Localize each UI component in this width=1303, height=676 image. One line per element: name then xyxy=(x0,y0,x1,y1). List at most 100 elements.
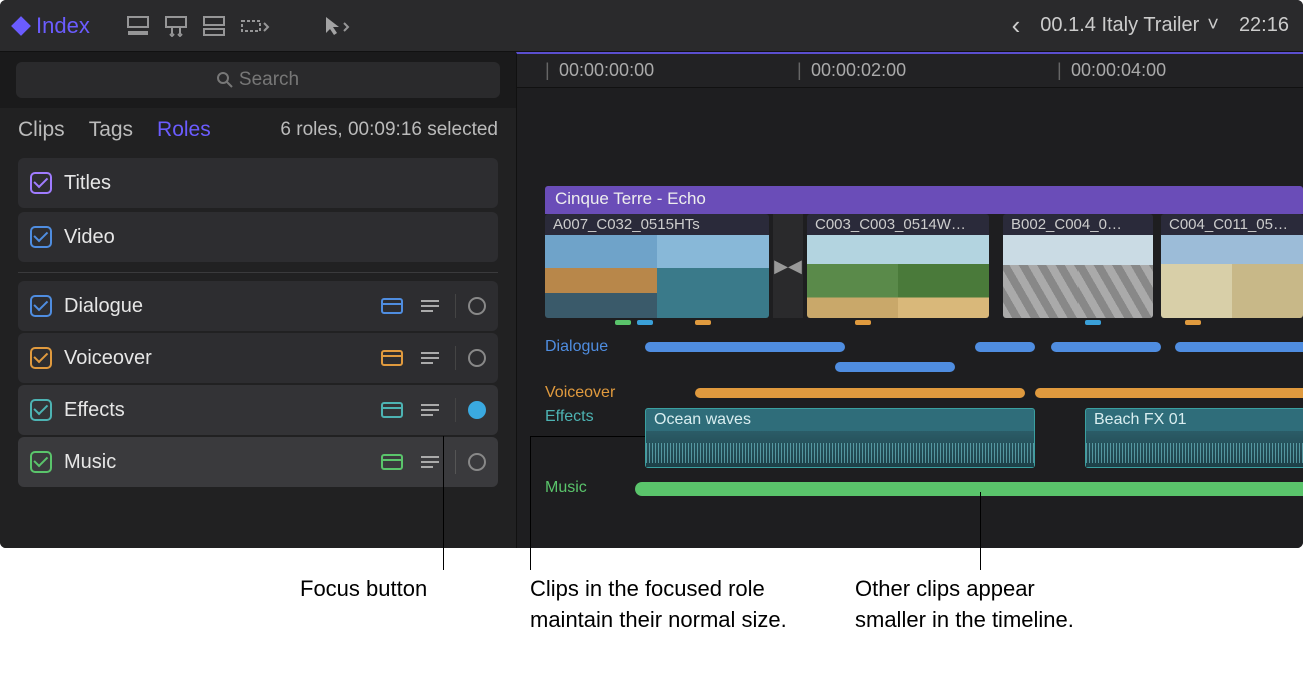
sidebar-tabs: Clips Tags Roles 6 roles, 00:09:16 selec… xyxy=(0,108,516,152)
index-sidebar: Search Clips Tags Roles 6 roles, 00:09:1… xyxy=(0,52,516,548)
project-name: 00.1.4 Italy Trailer xyxy=(1040,14,1199,37)
lane-label: Music xyxy=(545,479,635,497)
tab-tags[interactable]: Tags xyxy=(89,118,133,142)
role-label: Music xyxy=(64,451,116,474)
video-clip-row: A007_C032_0515HTs ▶◀ C003_C003_0514W… xyxy=(545,214,1303,318)
role-row-music[interactable]: Music xyxy=(18,437,498,487)
roles-status: 6 roles, 00:09:16 selected xyxy=(280,119,498,141)
lane-view-icon[interactable] xyxy=(379,348,405,368)
role-label: Titles xyxy=(64,172,111,195)
view-mode-3-icon[interactable] xyxy=(202,15,228,37)
checkbox-icon[interactable] xyxy=(30,399,52,421)
lane-label: Voiceover xyxy=(545,384,635,402)
audio-bar[interactable] xyxy=(835,362,955,372)
toolbar-view-modes xyxy=(126,15,352,37)
timeline-body[interactable]: Cinque Terre - Echo A007_C032_0515HTs ▶◀… xyxy=(517,88,1303,548)
divider xyxy=(18,272,498,273)
pointer-tool-icon[interactable] xyxy=(322,15,352,37)
role-row-dialogue[interactable]: Dialogue xyxy=(18,281,498,331)
view-mode-1-icon[interactable] xyxy=(126,15,152,37)
video-clip[interactable]: C003_C003_0514W… xyxy=(807,214,989,318)
effects-clip[interactable]: Ocean waves xyxy=(645,408,1035,468)
toolbar: Index ‹ 00.1.4 Italy Trailer ˅ 22:16 xyxy=(0,0,1303,52)
subroles-icon[interactable] xyxy=(417,348,443,368)
main-area: Search Clips Tags Roles 6 roles, 00:09:1… xyxy=(0,52,1303,548)
audio-lanes: Dialogue Voiceover xyxy=(545,336,1303,500)
lane-view-icon[interactable] xyxy=(379,452,405,472)
subroles-icon[interactable] xyxy=(417,296,443,316)
clip-label: C004_C011_05… xyxy=(1161,214,1303,235)
back-icon[interactable]: ‹ xyxy=(1012,10,1021,41)
view-mode-2-icon[interactable] xyxy=(164,15,190,37)
lane-view-icon[interactable] xyxy=(379,296,405,316)
timecode-display: 22:16 xyxy=(1239,14,1289,37)
subroles-icon[interactable] xyxy=(417,400,443,420)
index-label: Index xyxy=(36,13,90,39)
video-clip[interactable]: B002_C004_0… xyxy=(1003,214,1153,318)
index-button[interactable]: Index xyxy=(14,13,90,39)
callout-other-clips: Other clips appear smaller in the timeli… xyxy=(855,574,1095,636)
checkbox-icon[interactable] xyxy=(30,295,52,317)
waveform-icon xyxy=(646,431,1034,467)
callout-focused-role: Clips in the focused role maintain their… xyxy=(530,574,790,636)
leader-line xyxy=(443,436,444,570)
transition-icon[interactable]: ▶◀ xyxy=(773,214,803,318)
time-ruler[interactable]: | 00:00:00:00 | 00:00:02:00 | 00:00:04:0… xyxy=(517,54,1303,88)
checkbox-icon[interactable] xyxy=(30,451,52,473)
audio-bar[interactable] xyxy=(635,482,1303,496)
clip-label: B002_C004_0… xyxy=(1003,214,1153,235)
role-row-voiceover[interactable]: Voiceover xyxy=(18,333,498,383)
clip-label: C003_C003_0514W… xyxy=(807,214,989,235)
video-clip[interactable]: A007_C032_0515HTs xyxy=(545,214,769,318)
diamond-icon xyxy=(11,16,31,36)
waveform-icon xyxy=(1086,431,1303,467)
role-row-effects[interactable]: Effects xyxy=(18,385,498,435)
lane-view-icon[interactable] xyxy=(379,400,405,420)
timeline[interactable]: | 00:00:00:00 | 00:00:02:00 | 00:00:04:0… xyxy=(516,52,1303,548)
role-label: Effects xyxy=(64,399,125,422)
search-input[interactable]: Search xyxy=(16,62,500,98)
focus-button[interactable] xyxy=(468,297,486,315)
focus-button[interactable] xyxy=(468,349,486,367)
checkbox-icon[interactable] xyxy=(30,226,52,248)
lane-voiceover: Voiceover xyxy=(545,382,1303,404)
lane-dialogue: Dialogue xyxy=(545,336,1303,358)
role-row-titles[interactable]: Titles xyxy=(18,158,498,208)
audio-bar[interactable] xyxy=(1035,388,1303,398)
focus-button[interactable] xyxy=(468,453,486,471)
clip-label: A007_C032_0515HTs xyxy=(545,214,769,235)
checkbox-icon[interactable] xyxy=(30,172,52,194)
title-clip[interactable]: Cinque Terre - Echo xyxy=(545,186,1303,214)
lane-label: Effects xyxy=(545,408,594,426)
checkbox-icon[interactable] xyxy=(30,347,52,369)
view-mode-4-icon[interactable] xyxy=(240,15,270,37)
chevron-down-icon: ˅ xyxy=(1207,14,1219,37)
role-label: Voiceover xyxy=(64,347,152,370)
lane-effects: Effects Ocean waves Beach FX 01 xyxy=(545,408,1303,474)
audio-bar[interactable] xyxy=(645,342,845,352)
project-menu[interactable]: 00.1.4 Italy Trailer ˅ xyxy=(1040,14,1219,37)
audio-bar[interactable] xyxy=(695,388,1025,398)
role-label: Dialogue xyxy=(64,295,143,318)
lane-dialogue-2 xyxy=(545,362,1303,378)
ruler-tick: 00:00:00:00 xyxy=(559,60,654,81)
ruler-tick: 00:00:04:00 xyxy=(1071,60,1166,81)
leader-line xyxy=(530,436,531,570)
search-placeholder: Search xyxy=(239,69,299,91)
audio-bar[interactable] xyxy=(975,342,1035,352)
video-clip[interactable]: C004_C011_05… xyxy=(1161,214,1303,318)
focus-button[interactable] xyxy=(468,401,486,419)
subroles-icon[interactable] xyxy=(417,452,443,472)
annotations: Focus button Clips in the focused role m… xyxy=(0,548,1303,676)
tab-clips[interactable]: Clips xyxy=(18,118,65,142)
tab-roles[interactable]: Roles xyxy=(157,118,211,142)
effects-clip[interactable]: Beach FX 01 xyxy=(1085,408,1303,468)
leader-line xyxy=(980,492,981,570)
toolbar-right: ‹ 00.1.4 Italy Trailer ˅ 22:16 xyxy=(1012,10,1289,41)
fx-clip-label: Ocean waves xyxy=(646,409,1034,431)
audio-bar[interactable] xyxy=(1051,342,1161,352)
ruler-tick: 00:00:02:00 xyxy=(811,60,906,81)
audio-bar[interactable] xyxy=(1175,342,1303,352)
role-row-video[interactable]: Video xyxy=(18,212,498,262)
app-window: Index ‹ 00.1.4 Italy Trailer ˅ 22:16 Sea… xyxy=(0,0,1303,548)
